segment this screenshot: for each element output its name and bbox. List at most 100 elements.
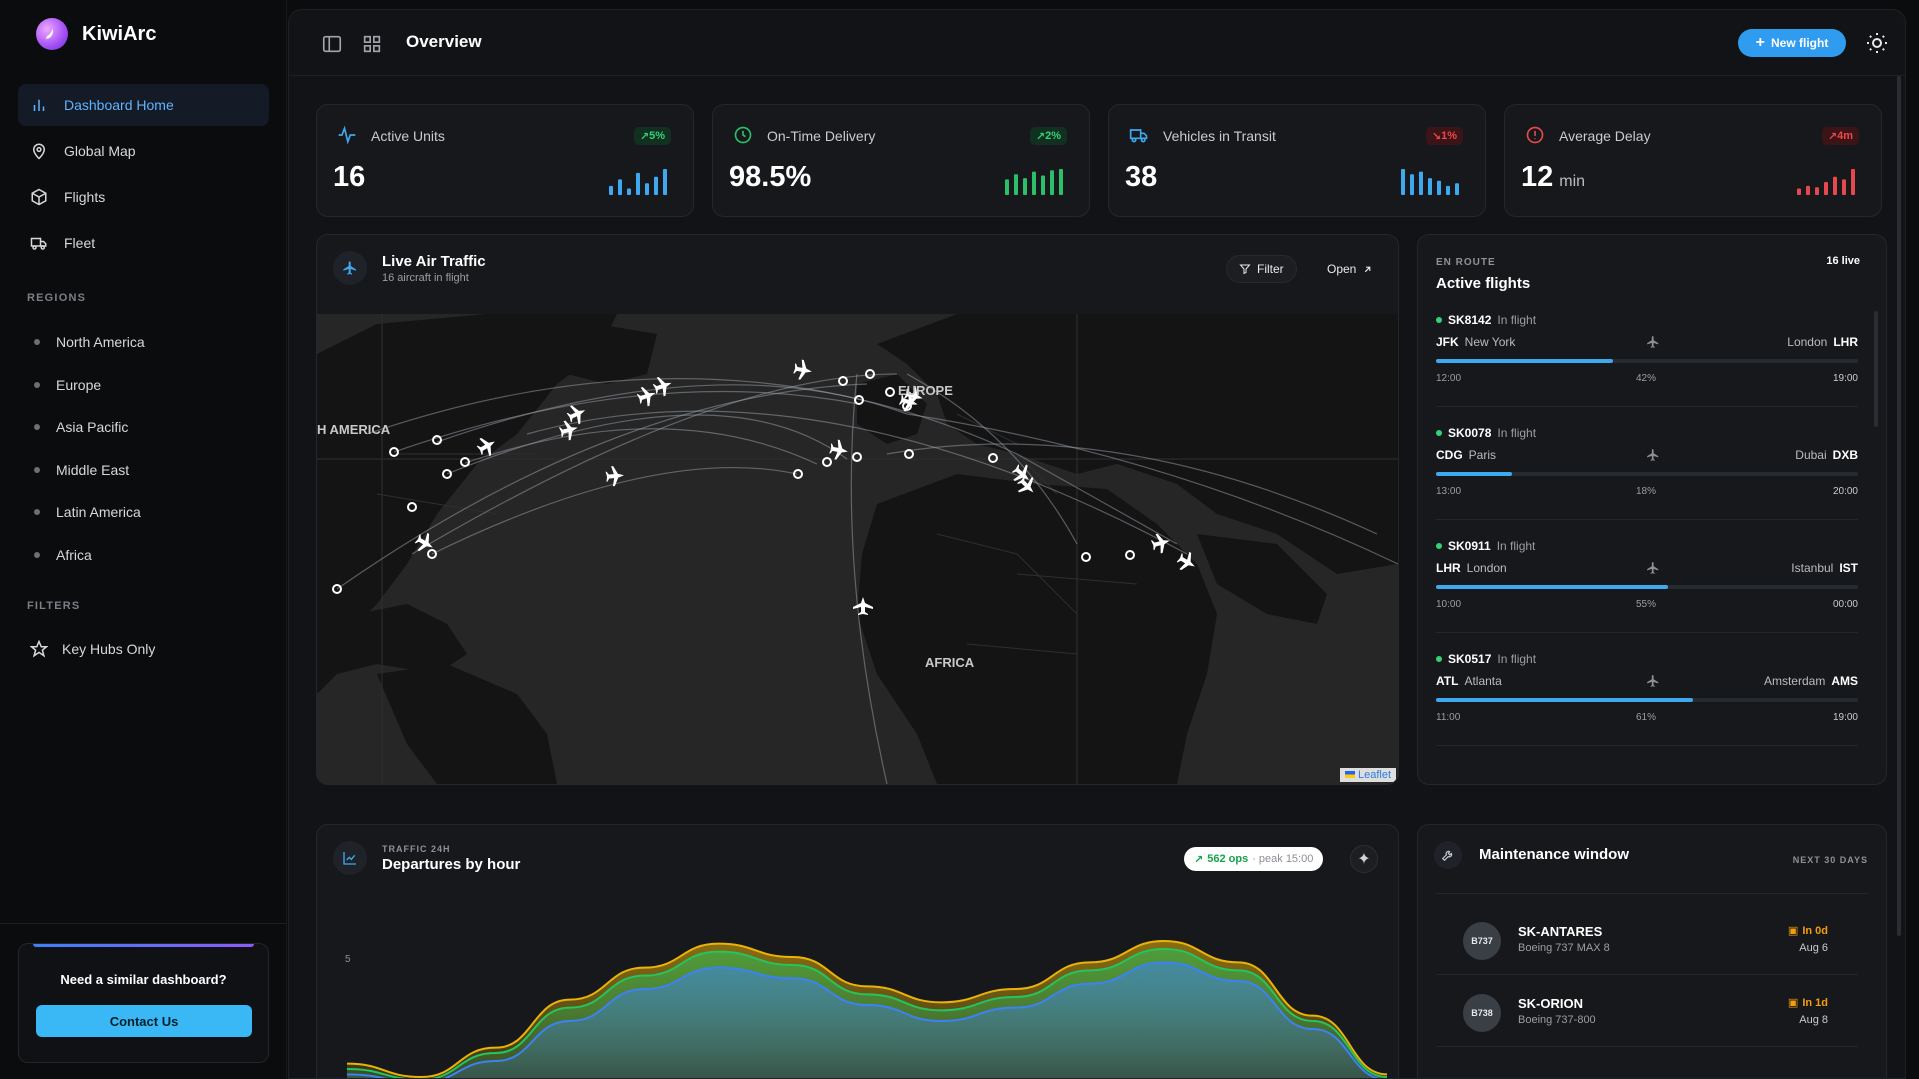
filters-label: FILTERS [27, 600, 81, 612]
spark-bar [1842, 179, 1846, 195]
live-dot-icon [1436, 317, 1442, 323]
kpi-label: Active Units [371, 128, 445, 144]
spark-bar [645, 183, 649, 195]
nav-item-label: Global Map [64, 143, 136, 159]
origin-city: Atlanta [1464, 674, 1502, 688]
trend-down-icon: ↘ [1431, 130, 1442, 143]
flight-row[interactable]: SK0078 In flight CDG Paris Dubai DXB 13:00 … [1436, 408, 1858, 520]
flight-id: SK0911 In flight [1436, 539, 1535, 553]
maintenance-row[interactable]: B738 SK-ORION Boeing 737-800 ▣ In 1d Aug … [1436, 977, 1858, 1047]
brand[interactable]: KiwiArc [36, 18, 156, 50]
new-flight-button[interactable]: + New flight [1738, 29, 1846, 57]
aircraft-avatar: B738 [1463, 994, 1501, 1032]
maintenance-card: Maintenance window NEXT 30 DAYS B737 SK-… [1417, 824, 1887, 1078]
alert-circle-icon [1526, 126, 1544, 144]
dot-icon [34, 466, 40, 473]
destination-code: AMS [1831, 674, 1858, 688]
map-label-america: H AMERICA [317, 422, 391, 437]
plus-icon: + [1755, 34, 1765, 51]
region-item-europe[interactable]: Europe [18, 364, 269, 407]
flight-id: SK0078 In flight [1436, 426, 1536, 440]
filter-key-hubs-only[interactable]: Key Hubs Only [30, 640, 155, 658]
aircraft-model: Boeing 737-800 [1518, 1014, 1596, 1026]
progress-bar [1436, 359, 1858, 363]
card-title: Departures by hour [382, 856, 521, 873]
open-button[interactable]: Open [1314, 255, 1386, 283]
flight-status: In flight [1496, 539, 1536, 553]
aircraft-avatar: B737 [1463, 922, 1501, 960]
nav-item-flights[interactable]: Flights [18, 176, 269, 218]
kpi-on-time-delivery[interactable]: On-Time Delivery ↗ 2% 98.5% [712, 104, 1090, 217]
spark-bar [1023, 178, 1027, 195]
destination: Dubai DXB [1795, 448, 1858, 462]
spark-bar [1833, 176, 1837, 195]
departure-time: 10:00 [1436, 599, 1462, 610]
nav-item-label: Fleet [64, 235, 96, 251]
chart-badge [333, 841, 367, 875]
sparkle-icon: ✦ [1357, 851, 1371, 868]
ops-badge: ↗ 562 ops · peak 15:00 [1184, 847, 1324, 871]
flight-row[interactable]: SK0911 In flight LHR London Istanbul IST 10… [1436, 521, 1858, 633]
kpi-average-delay[interactable]: Average Delay ↗ 4m 12 min [1504, 104, 1882, 217]
sparkle-button[interactable]: ✦ [1350, 845, 1378, 873]
kpi-number: 38 [1125, 161, 1158, 193]
region-item-africa[interactable]: Africa [18, 534, 269, 577]
grid-icon[interactable] [361, 33, 383, 55]
kpi-value: 16 [333, 161, 365, 194]
region-item-asia-pacific[interactable]: Asia Pacific [18, 406, 269, 449]
map-canvas[interactable]: H AMERICA EUROPE AFRICA [317, 314, 1398, 784]
flight-row[interactable]: SK0517 In flight ATL Atlanta Amsterdam AMS … [1436, 634, 1858, 746]
departures-chart[interactable] [347, 925, 1387, 1079]
spark-bar [1410, 174, 1414, 195]
origin-code: CDG [1436, 448, 1463, 462]
kpi-vehicles-in-transit[interactable]: Vehicles in Transit ↘ 1% 38 [1108, 104, 1486, 217]
sun-icon[interactable] [1865, 31, 1889, 55]
nav-item-global-map[interactable]: Global Map [18, 130, 269, 172]
page-scrollbar[interactable] [1897, 76, 1901, 936]
nav-item-fleet[interactable]: Fleet [18, 222, 269, 264]
region-item-latin-america[interactable]: Latin America [18, 491, 269, 534]
kpi-label: Average Delay [1559, 128, 1651, 144]
nav-item-dashboard-home[interactable]: Dashboard Home [18, 84, 269, 126]
contact-us-button[interactable]: Contact Us [36, 1005, 252, 1037]
spark-bar [1437, 180, 1441, 195]
kpi-number: 12 [1521, 161, 1554, 193]
ops-count: 562 ops [1207, 853, 1249, 865]
region-item-middle-east[interactable]: Middle East [18, 449, 269, 492]
destination: London LHR [1787, 335, 1858, 349]
spark-bar [1455, 183, 1459, 195]
trend-up-icon: ↗ [1827, 130, 1838, 143]
spark-bar [1797, 188, 1801, 195]
destination: Amsterdam AMS [1764, 674, 1858, 688]
trend-badge: ↗ 2% [1029, 127, 1067, 145]
dot-icon [34, 339, 40, 346]
filter-button[interactable]: Filter [1226, 255, 1297, 283]
spark-bar [1806, 185, 1810, 195]
maintenance-row[interactable]: B737 SK-ANTARES Boeing 737 MAX 8 ▣ In 0d … [1436, 905, 1858, 975]
star-icon [30, 640, 48, 658]
aircraft-model: Boeing 737 MAX 8 [1518, 942, 1610, 954]
progress-percent: 42% [1636, 373, 1657, 384]
spark-bar [1419, 171, 1423, 195]
flight-map[interactable]: H AMERICA EUROPE AFRICA Leaflet [317, 314, 1398, 784]
sidebar-toggle-icon[interactable] [321, 33, 343, 55]
trend-badge-value: 4m [1837, 130, 1853, 142]
flag-icon [1344, 771, 1355, 778]
leaflet-attribution[interactable]: Leaflet [1339, 768, 1396, 782]
sparkline [1401, 169, 1459, 195]
spark-bar [1401, 169, 1405, 195]
flight-status: In flight [1497, 652, 1537, 666]
spark-bar [1446, 185, 1450, 195]
kpi-active-units[interactable]: Active Units ↗ 5% 16 [316, 104, 694, 217]
region-label: Europe [56, 376, 102, 393]
trend-up-icon: ↗ [639, 130, 650, 143]
scrollbar[interactable] [1874, 311, 1878, 427]
spark-bar [1014, 174, 1018, 195]
map-label-europe: EUROPE [898, 383, 953, 398]
flight-row[interactable]: SK8142 In flight JFK New York London LHR 12… [1436, 295, 1858, 407]
arrival-time: 20:00 [1832, 486, 1858, 497]
line-chart-icon [343, 852, 356, 865]
region-item-north-america[interactable]: North America [18, 321, 269, 364]
region-list: North America Europe Asia Pacific Middle… [18, 321, 269, 576]
plane-icon [1647, 675, 1659, 687]
